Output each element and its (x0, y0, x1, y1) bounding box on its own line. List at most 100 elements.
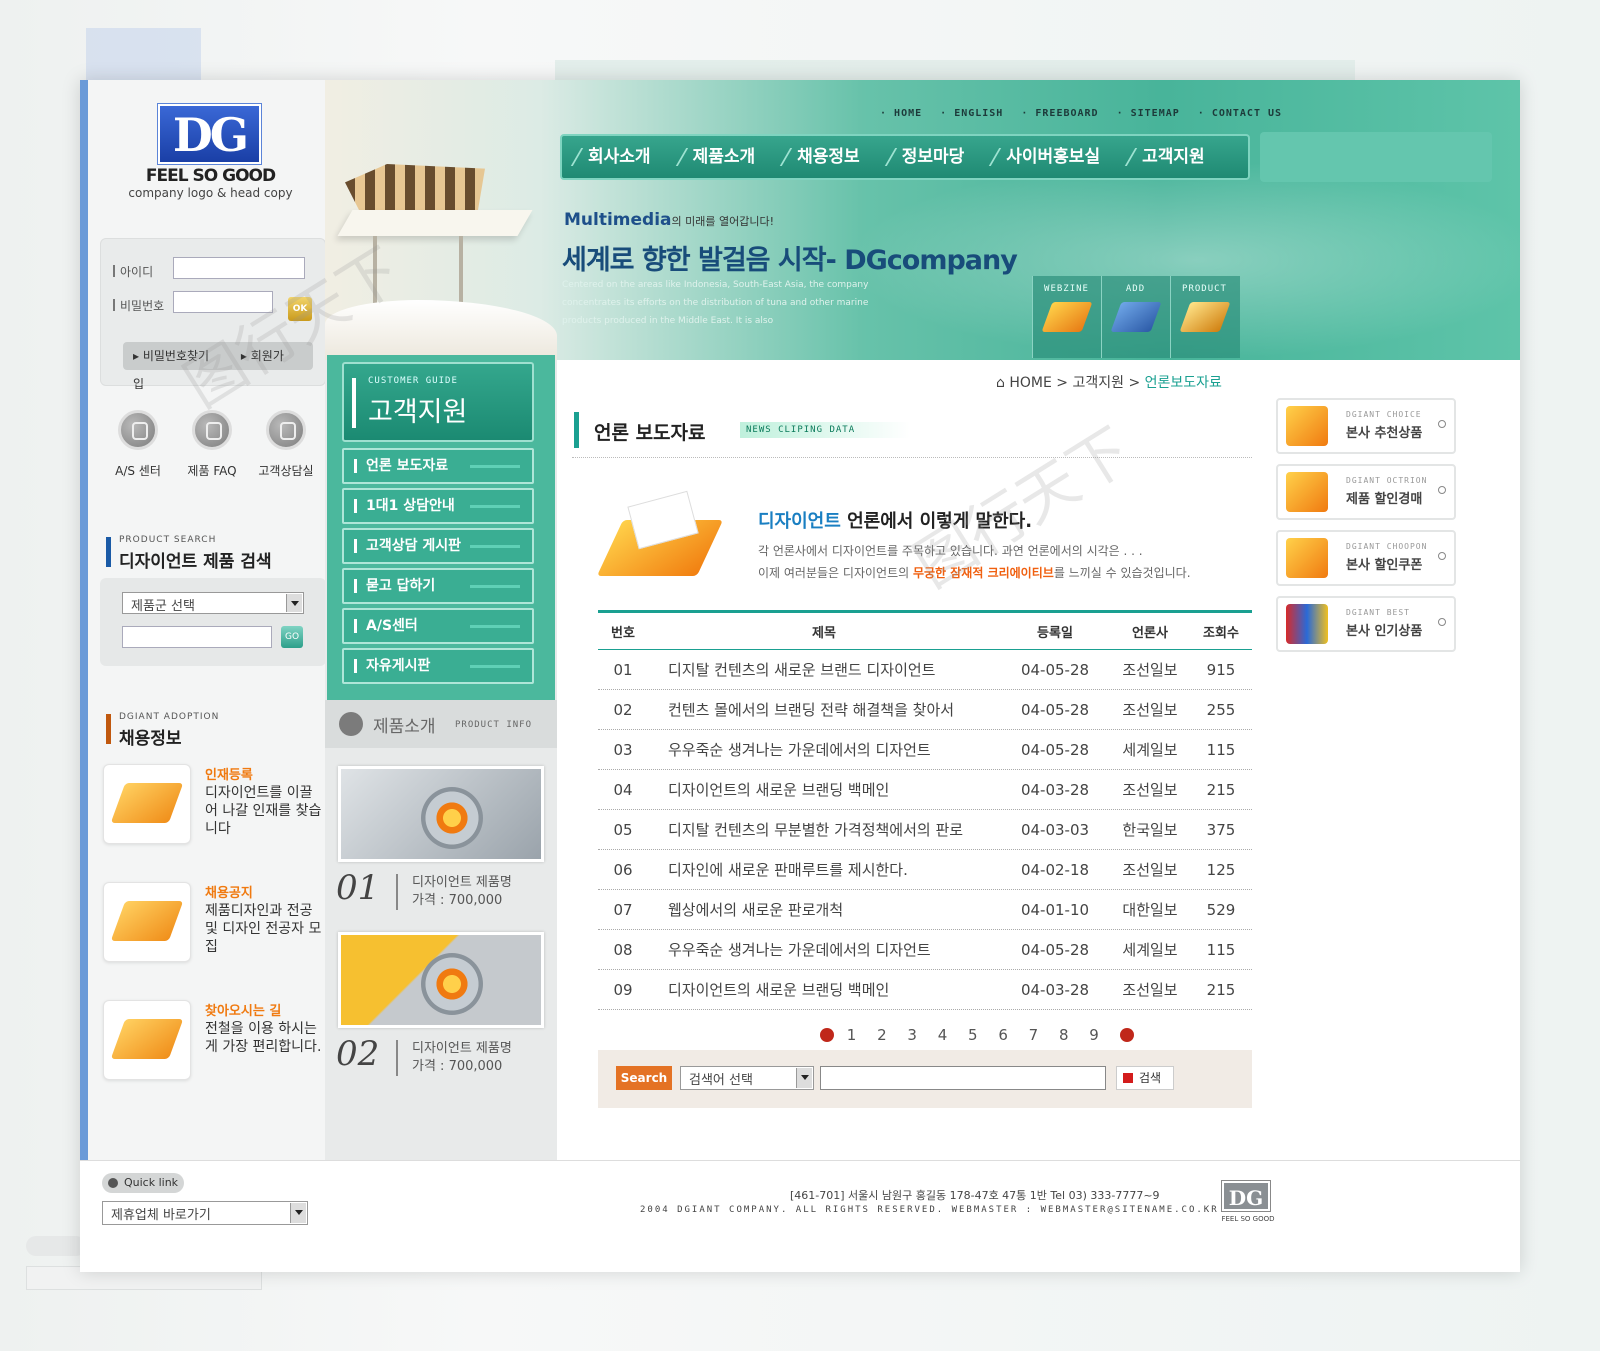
side-menu-item[interactable]: 언론 보도자료 (342, 448, 534, 484)
side-menu-item[interactable]: A/S센터 (342, 608, 534, 644)
partner-select[interactable]: 제휴업체 바로가기 (102, 1201, 308, 1225)
notice-icon (103, 882, 191, 962)
row-title[interactable]: 디지탈 컨텐츠의 새로운 브랜드 디자이언트 (648, 659, 1000, 680)
board-search-button[interactable]: 검색 (1116, 1066, 1174, 1090)
row-title[interactable]: 디자인에 새로운 판매루트를 제시한다. (648, 859, 1000, 880)
recruit-title: 찾아오시는 길 (205, 1004, 282, 1019)
nav-cyber-pr[interactable]: 사이버홍보실 (1006, 136, 1100, 178)
top-nav-contact[interactable]: CONTACT US (1198, 108, 1282, 119)
side-menu-item[interactable]: 고객상담 게시판 (342, 528, 534, 564)
search-label-button[interactable]: Search (616, 1066, 672, 1090)
product-image[interactable] (338, 766, 544, 862)
product-number: 01 (336, 868, 380, 908)
nav-info[interactable]: 정보마당 (902, 136, 965, 178)
right-card-best[interactable]: DGIANT BEST 본사 인기상품 (1276, 596, 1456, 652)
pillow-image (325, 300, 557, 360)
table-row[interactable]: 06 디자인에 새로운 판매루트를 제시한다. 04-02-18 조선일보 125 (598, 850, 1252, 890)
nav-products[interactable]: 제품소개 (693, 136, 756, 178)
right-card-choice[interactable]: DGIANT CHOICE 본사 추천상품 (1276, 398, 1456, 454)
row-title[interactable]: 우우죽순 생겨나는 가운데에서의 디자언트 (648, 939, 1000, 960)
table-row[interactable]: 07 웹상에서의 새로운 판로개척 04-01-10 대한일보 529 (598, 890, 1252, 930)
top-nav-home[interactable]: HOME (880, 108, 922, 119)
footer-copyright: 2004 DGIANT COMPANY. ALL RIGHTS RESERVED… (640, 1205, 1219, 1215)
icon-link-label[interactable]: 제품 FAQ (172, 462, 252, 479)
coins-icon (1286, 472, 1328, 512)
row-title[interactable]: 컨텐츠 몰에서의 브랜딩 전략 해결책을 찾아서 (648, 699, 1000, 720)
find-password-link[interactable]: ▸ 비밀번호찾기 (133, 349, 223, 363)
footer-address: [461-701] 서울시 남원구 홍길동 178-47호 47통 1반 Tel… (790, 1189, 1160, 1202)
id-input[interactable] (173, 257, 305, 279)
row-title[interactable]: 웹상에서의 새로운 판로개척 (648, 899, 1000, 920)
breadcrumb-home[interactable]: HOME (1009, 375, 1051, 391)
side-menu-item[interactable]: 1대1 상담안내 (342, 488, 534, 524)
product-search-go-button[interactable]: GO (281, 626, 303, 648)
password-input[interactable] (173, 291, 273, 313)
intro-headline: 디자이언트 언론에서 이렇게 말한다. (758, 511, 1033, 532)
table-row[interactable]: 08 우우죽순 생겨나는 가운데에서의 디자언트 04-05-28 세계일보 115 (598, 930, 1252, 970)
right-card-auction[interactable]: DGIANT OCTRION 제품 할인경매 (1276, 464, 1456, 520)
row-press: 세계일보 (1122, 741, 1178, 759)
row-title[interactable]: 디자이언트의 새로운 브랜딩 백메인 (648, 979, 1000, 1000)
recruit-item[interactable]: 찾아오시는 길 전철을 이용 하시는게 가장 편리합니다. (103, 1000, 333, 1090)
side-menu-item[interactable]: 묻고 답하기 (342, 568, 534, 604)
board-search-input[interactable] (820, 1066, 1106, 1090)
top-nav-sitemap[interactable]: SITEMAP (1117, 108, 1180, 119)
page-numbers[interactable]: 1 2 3 4 5 6 7 8 9 (847, 1026, 1107, 1044)
quick-link-add[interactable]: ADD (1101, 276, 1169, 358)
icon-link-label[interactable]: A/S 센터 (98, 462, 178, 479)
breadcrumb-mid[interactable]: 고객지원 (1072, 375, 1124, 391)
people-icon[interactable] (192, 410, 232, 450)
hero-multimedia: Multimedia의 미래를 열어갑니다! (564, 210, 774, 230)
row-views: 529 (1206, 900, 1236, 919)
row-date: 04-03-03 (1020, 820, 1090, 839)
side-menu-item[interactable]: 자유게시판 (342, 648, 534, 684)
computer-icon (1110, 302, 1161, 332)
recruit-item[interactable]: 인재등록 디자이언트를 이끌어 나갈 인재를 찾습니다 (103, 764, 333, 854)
brand-tagline: FEEL SO GOOD (145, 166, 276, 186)
product-image[interactable] (338, 932, 544, 1028)
row-title[interactable]: 우우죽순 생겨나는 가운데에서의 디자언트 (648, 739, 1000, 760)
icon-link-label[interactable]: 고객상담실 (246, 462, 326, 479)
phone-icon[interactable] (266, 410, 306, 450)
customer-guide-en: CUSTOMER GUIDE (368, 376, 458, 386)
search-field-select[interactable]: 검색어 선택 (680, 1066, 814, 1090)
hands-icon (1286, 406, 1328, 446)
board-search-bar: Search 검색어 선택 검색 (598, 1050, 1252, 1108)
recruit-title: 인재등록 (205, 768, 253, 783)
map-icon (103, 1000, 191, 1080)
table-row[interactable]: 04 디자이언트의 새로운 브랜딩 백메인 04-03-28 조선일보 215 (598, 770, 1252, 810)
product-search-input[interactable] (122, 626, 272, 648)
top-nav-english[interactable]: ENGLISH (940, 108, 1003, 119)
table-row[interactable]: 09 디자이언트의 새로운 브랜딩 백메인 04-03-28 조선일보 215 (598, 970, 1252, 1010)
card-en: DGIANT BEST (1346, 608, 1410, 617)
home-icon[interactable]: ⌂ (996, 375, 1005, 391)
quick-link-product[interactable]: PRODUCT (1170, 276, 1238, 358)
table-row[interactable]: 02 컨텐츠 몰에서의 브랜딩 전략 해결책을 찾아서 04-05-28 조선일보 25… (598, 690, 1252, 730)
row-title[interactable]: 디자이언트의 새로운 브랜딩 백메인 (648, 779, 1000, 800)
row-date: 04-05-28 (1020, 700, 1090, 719)
company-logo[interactable]: DG (158, 104, 261, 164)
quick-link-webzine[interactable]: WEBZINE (1032, 276, 1100, 358)
card-en: DGIANT CHOOPON (1346, 542, 1428, 551)
table-row[interactable]: 05 디지탈 컨텐츠의 무분별한 가격정책에서의 판로 04-03-03 한국일보 37… (598, 810, 1252, 850)
table-row[interactable]: 03 우우죽순 생겨나는 가운데에서의 디자언트 04-05-28 세계일보 115 (598, 730, 1252, 770)
recruit-title: 채용공지 (205, 886, 253, 901)
next-page-icon[interactable] (1119, 1028, 1134, 1042)
recruit-item[interactable]: 채용공지 제품디자인과 전공 및 디자인 전공자 모집 (103, 882, 333, 972)
product-category-select[interactable]: 제품군 선택 (122, 592, 304, 614)
top-nav-freeboard[interactable]: FREEBOARD (1021, 108, 1098, 119)
icon-link-row: A/S 센터 제품 FAQ 고객상담실 (100, 410, 326, 490)
login-ok-button[interactable]: OK (288, 297, 312, 321)
prev-page-icon[interactable] (820, 1028, 834, 1042)
product-info[interactable]: 디자이언트 제품명 가격 : 700,000 (396, 874, 512, 910)
nav-recruit[interactable]: 채용정보 (797, 136, 860, 178)
product-info[interactable]: 디자이언트 제품명 가격 : 700,000 (396, 1040, 512, 1076)
table-row[interactable]: 01 디지탈 컨텐츠의 새로운 브랜드 디자이언트 04-05-28 조선일보 915 (598, 650, 1252, 690)
nav-company[interactable]: 회사소개 (588, 136, 651, 178)
right-card-coupon[interactable]: DGIANT CHOOPON 본사 할인쿠폰 (1276, 530, 1456, 586)
row-date: 04-05-28 (1020, 740, 1090, 759)
wrench-icon[interactable] (118, 410, 158, 450)
nav-support[interactable]: 고객지원 (1142, 136, 1205, 178)
row-title[interactable]: 디지탈 컨텐츠의 무분별한 가격정책에서의 판로 (648, 819, 1000, 840)
product-info-header: 제품소개 PRODUCT INFO (325, 700, 557, 748)
